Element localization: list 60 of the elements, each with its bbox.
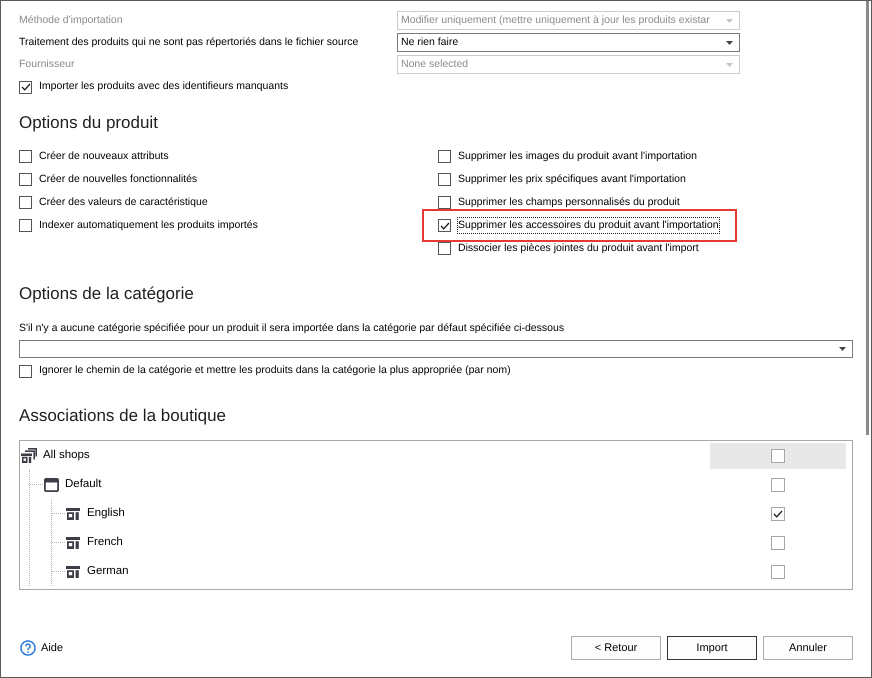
- scrollbar-thumb[interactable]: [866, 1, 869, 435]
- dialog-button[interactable]: Annuler: [763, 636, 853, 660]
- checkbox[interactable]: [19, 364, 32, 378]
- checkbox[interactable]: [771, 506, 785, 520]
- dialog-button[interactable]: < Retour: [571, 636, 661, 660]
- checkbox[interactable]: [438, 196, 451, 209]
- checkbox[interactable]: [771, 478, 785, 492]
- store-icon: [66, 508, 80, 520]
- checkbox[interactable]: [438, 150, 451, 163]
- checkbox[interactable]: [771, 536, 785, 550]
- dropdown[interactable]: [19, 340, 853, 358]
- checkbox-label: Ignorer le chemin de la catégorie et mettre les produits dans la catégorie la plus appropriée (par nom): [39, 363, 511, 378]
- field-label: S'il n'y a aucune catégorie spécifiée pour un produit il sera importée dans la catégorie par défaut spécifiée ci-dessous: [19, 321, 566, 336]
- field-label: Traitement des produits qui ne sont pas répertoriés dans le fichier source: [19, 34, 360, 50]
- checkmark-icon: [20, 83, 30, 91]
- checkbox-label: Supprimer les prix spécifiques avant l'importation: [458, 172, 686, 187]
- checkbox-label: Supprimer les images du produit avant l'importation: [458, 148, 697, 164]
- checkbox[interactable]: [19, 196, 32, 209]
- checkbox-label: Indexer automatiquement les produits importés: [39, 218, 258, 233]
- dropdown-arrow-icon: [726, 40, 733, 44]
- tree-item[interactable]: German: [87, 562, 129, 580]
- store-icon: [66, 536, 80, 548]
- dropdown-arrow-icon: [726, 62, 733, 66]
- selected-cell[interactable]: [710, 442, 846, 468]
- section-heading: Associations de la boutique: [19, 405, 227, 427]
- checkbox-label: Créer de nouveaux attributs: [39, 148, 169, 164]
- stacked-store-icon: [21, 448, 37, 463]
- field-label: Fournisseur: [19, 56, 76, 72]
- checkbox[interactable]: [771, 564, 785, 578]
- store-icon: [66, 566, 80, 578]
- checkbox-label: Importer les produits avec des identifieurs manquants: [39, 79, 288, 94]
- section-heading: Options du produit: [19, 112, 159, 134]
- dropdown[interactable]: Ne rien faire: [397, 33, 740, 52]
- help-icon: [20, 640, 36, 656]
- checkbox[interactable]: [438, 173, 451, 186]
- checkbox-label: Dissocier les pièces jointes du produit avant l'import: [458, 240, 699, 256]
- checkbox-label: Créer de nouvelles fonctionnalités: [39, 172, 198, 187]
- tree-item[interactable]: English: [87, 504, 125, 522]
- checkbox[interactable]: [19, 150, 32, 163]
- dropdown-arrow-icon: [726, 18, 733, 22]
- field-label: Méthode d'importation: [19, 12, 124, 28]
- checkmark-icon: [773, 510, 783, 518]
- window-icon: [44, 478, 58, 492]
- checkbox[interactable]: [438, 242, 451, 255]
- checkmark-icon: [440, 222, 450, 230]
- checkbox-label: Supprimer les champs personnalisés du produit: [458, 194, 680, 210]
- dropdown-arrow-icon: [839, 347, 846, 351]
- checkbox[interactable]: [19, 173, 32, 186]
- checkbox[interactable]: [438, 219, 451, 232]
- checkbox[interactable]: [19, 80, 32, 94]
- tree-item[interactable]: All shops: [43, 446, 90, 464]
- tree-item[interactable]: French: [87, 534, 123, 552]
- checkbox[interactable]: [19, 219, 32, 232]
- help-link[interactable]: Aide: [41, 640, 64, 656]
- checkbox-label: Supprimer les accessoires du produit avant l'importation: [458, 218, 719, 234]
- tree-item[interactable]: Default: [65, 476, 102, 494]
- checkbox[interactable]: [771, 448, 785, 462]
- checkbox-label: Créer des valeurs de caractéristique: [39, 194, 208, 210]
- section-heading: Options de la catégorie: [19, 283, 195, 305]
- dialog-button[interactable]: Import: [667, 636, 757, 660]
